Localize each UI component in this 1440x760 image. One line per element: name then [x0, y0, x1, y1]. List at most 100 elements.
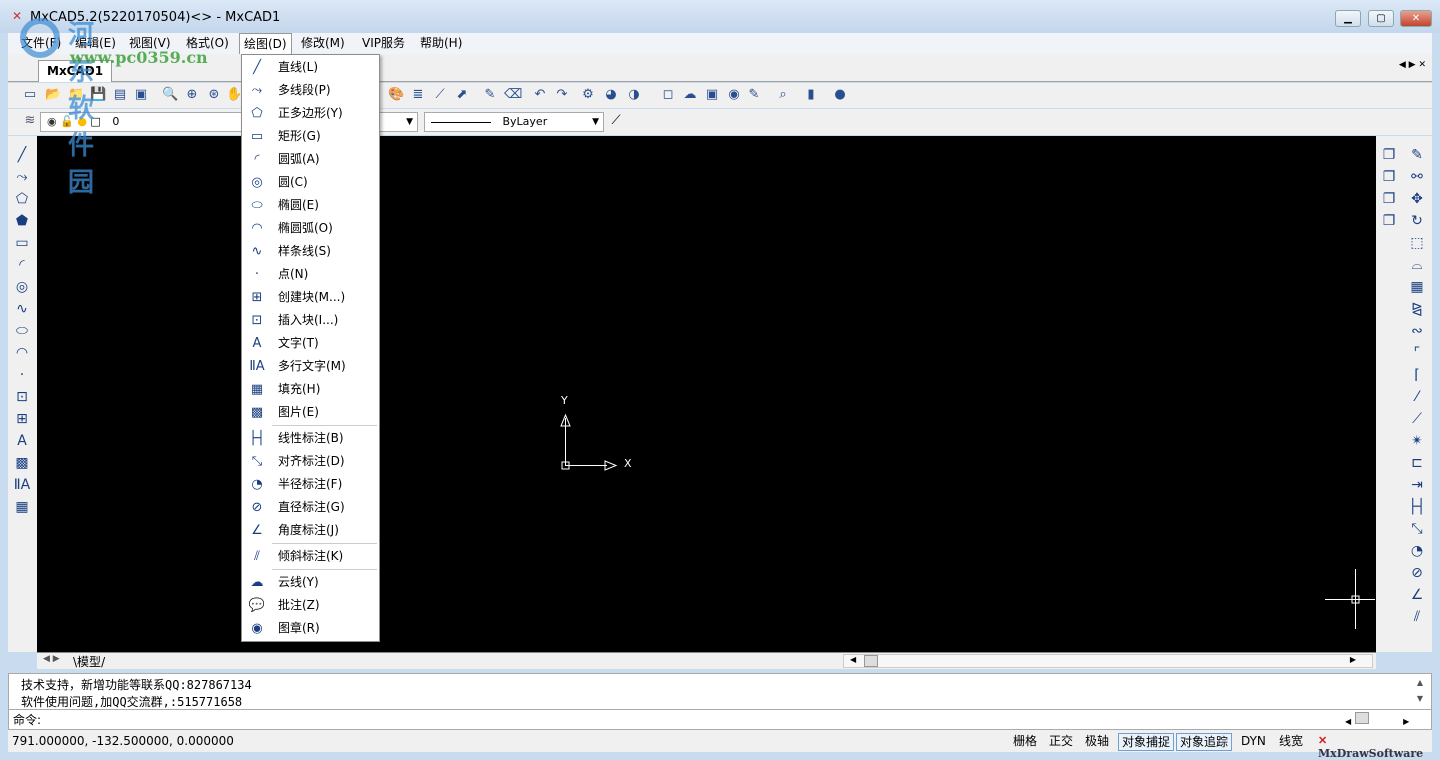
stretch-icon[interactable]: ∾: [1408, 322, 1426, 340]
tab-model[interactable]: \模型/: [73, 653, 105, 670]
ellipse-icon[interactable]: ⬭: [13, 322, 31, 340]
menu-item[interactable]: 视图(V): [125, 33, 175, 54]
match-icon[interactable]: ✎: [482, 87, 498, 103]
status-toggle[interactable]: 极轴: [1082, 733, 1112, 751]
render-icon[interactable]: ◕: [603, 87, 619, 103]
close-button[interactable]: ✕: [1400, 10, 1432, 27]
draw-menu-item[interactable]: ∿ 样条线(S): [242, 240, 379, 263]
tab-right-icon[interactable]: ▶: [1409, 60, 1416, 70]
draw-menu-item[interactable]: ⊞ 创建块(M...): [242, 286, 379, 309]
draw-menu-item[interactable]: ╱ 直线(L): [242, 56, 379, 79]
zoom-in-icon[interactable]: 🔍: [162, 87, 178, 103]
draw-menu-item[interactable]: ◔ 半径标注(F): [242, 473, 379, 496]
camera-icon[interactable]: ◻: [660, 87, 676, 103]
scroll-down-icon[interactable]: ▼: [1417, 694, 1423, 703]
move-front-icon[interactable]: ❐: [1380, 168, 1398, 186]
draw-menu-item[interactable]: ⬭ 椭圆(E): [242, 194, 379, 217]
join-icon[interactable]: ⇥: [1408, 476, 1426, 494]
extend-icon[interactable]: ⟋: [1408, 410, 1426, 428]
line-icon[interactable]: ╱: [13, 146, 31, 164]
draw-menu-item[interactable]: ⤡ 对齐标注(D): [242, 450, 379, 473]
zoom-window-icon[interactable]: ⊕: [184, 87, 200, 103]
info-icon[interactable]: ●: [832, 87, 848, 103]
circle-icon[interactable]: ◎: [13, 278, 31, 296]
save-icon[interactable]: 💾: [90, 87, 106, 103]
menu-item[interactable]: 绘图(D): [239, 33, 292, 54]
pen-icon[interactable]: ✎: [746, 87, 762, 103]
copy-icon[interactable]: ❐: [1380, 146, 1398, 164]
status-toggle[interactable]: 正交: [1046, 733, 1076, 751]
status-toggle[interactable]: 栅格: [1010, 733, 1040, 751]
redo-icon[interactable]: ↷: [554, 87, 570, 103]
draw-menu-item[interactable]: 💬 批注(Z): [242, 594, 379, 617]
draw-menu-item[interactable]: ├┤ 线性标注(B): [242, 427, 379, 450]
draw-menu-item[interactable]: A 文字(T): [242, 332, 379, 355]
diameter-dim-icon[interactable]: ⊘: [1408, 564, 1426, 582]
create-block-icon[interactable]: ⊞: [13, 410, 31, 428]
draw-menu-item[interactable]: ◎ 圆(C): [242, 171, 379, 194]
insert-block-icon[interactable]: ⊡: [13, 388, 31, 406]
minimize-button[interactable]: ▁: [1335, 10, 1361, 27]
draw-menu-item[interactable]: ▦ 填充(H): [242, 378, 379, 401]
point-icon[interactable]: ·: [13, 366, 31, 384]
menu-item[interactable]: 文件(F): [17, 33, 65, 54]
new-icon[interactable]: ▭: [22, 87, 38, 103]
polyline-icon[interactable]: ⤳: [13, 168, 31, 186]
draw-menu-item[interactable]: ◜ 圆弧(A): [242, 148, 379, 171]
maximize-button[interactable]: ▢: [1368, 10, 1394, 27]
scroll-left-icon[interactable]: ◀: [850, 655, 856, 664]
draw-menu-item[interactable]: ◉ 图章(R): [242, 617, 379, 640]
linetype-select[interactable]: ByLayer ▼: [424, 112, 604, 132]
arc-icon[interactable]: ◜: [13, 256, 31, 274]
status-toggle[interactable]: DYN: [1238, 733, 1269, 751]
layers-icon[interactable]: ≋: [22, 113, 38, 129]
angle-dim-icon[interactable]: ∠: [1408, 586, 1426, 604]
status-toggle[interactable]: 线宽: [1276, 733, 1306, 751]
pan-icon[interactable]: ✋: [226, 87, 242, 103]
pan-zoom-icon[interactable]: ⊛: [206, 87, 222, 103]
break-icon[interactable]: ⊏: [1408, 454, 1426, 472]
hatch-icon[interactable]: ▦: [13, 498, 31, 516]
tab-mxcad1[interactable]: MxCAD1: [38, 60, 113, 82]
draw-menu-item[interactable]: ☁ 云线(Y): [242, 571, 379, 594]
lineweight-icon[interactable]: ⟋: [608, 113, 624, 129]
layer-order-icon[interactable]: ❐: [1380, 190, 1398, 208]
horizontal-scrollbar[interactable]: ◀ ▶: [843, 654, 1373, 668]
draw-menu-item[interactable]: ⊘ 直径标注(G): [242, 496, 379, 519]
oblique-dim-icon[interactable]: ⫽: [1408, 608, 1426, 626]
layer-color-icon[interactable]: ≣: [410, 87, 426, 103]
command-prompt[interactable]: 命令:: [13, 711, 41, 728]
spline-icon[interactable]: ∿: [13, 300, 31, 318]
stamp-icon[interactable]: ◉: [726, 87, 742, 103]
menu-item[interactable]: 编辑(E): [71, 33, 120, 54]
draw-menu-item[interactable]: ▩ 图片(E): [242, 401, 379, 424]
draw-menu-item[interactable]: ▭ 矩形(G): [242, 125, 379, 148]
radius-dim-icon[interactable]: ◔: [1408, 542, 1426, 560]
menu-item[interactable]: VIP服务: [358, 33, 409, 54]
offset-icon[interactable]: ⌓: [1408, 256, 1426, 274]
command-scrollbar[interactable]: ◀ ▶: [1345, 712, 1417, 726]
open-folder-icon[interactable]: 📁: [68, 87, 84, 103]
save-as-icon[interactable]: ▣: [133, 87, 149, 103]
draw-menu-item[interactable]: ⫽ 倾斜标注(K): [242, 545, 379, 568]
draw-menu-item[interactable]: ∠ 角度标注(J): [242, 519, 379, 542]
erase-icon[interactable]: ⌫: [504, 87, 522, 103]
tab-left-icon[interactable]: ◀: [1399, 60, 1406, 70]
status-toggle[interactable]: 对象捕捉: [1118, 733, 1175, 751]
chamfer-icon[interactable]: ⌈: [1408, 366, 1426, 384]
export-icon[interactable]: ⬈: [454, 87, 470, 103]
text-icon[interactable]: A: [13, 432, 31, 450]
undo-icon[interactable]: ↶: [532, 87, 548, 103]
mtext-icon[interactable]: ⅡA: [13, 476, 31, 494]
draw-menu-item[interactable]: ◠ 椭圆弧(O): [242, 217, 379, 240]
draw-menu-item[interactable]: ⅡA 多行文字(M): [242, 355, 379, 378]
cloud-icon[interactable]: ☁: [682, 87, 698, 103]
draw-menu-item[interactable]: ⤳ 多线段(P): [242, 79, 379, 102]
elliptical-arc-icon[interactable]: ◠: [13, 344, 31, 362]
tab-close-icon[interactable]: ✕: [1418, 60, 1426, 70]
scroll-up-icon[interactable]: ▲: [1417, 678, 1423, 687]
copy-object-icon[interactable]: ⚯: [1408, 168, 1426, 186]
lineweight-icon[interactable]: ⟋: [432, 87, 448, 103]
polygon-icon[interactable]: ⬠: [13, 190, 31, 208]
scale-icon[interactable]: ⬚: [1408, 234, 1426, 252]
